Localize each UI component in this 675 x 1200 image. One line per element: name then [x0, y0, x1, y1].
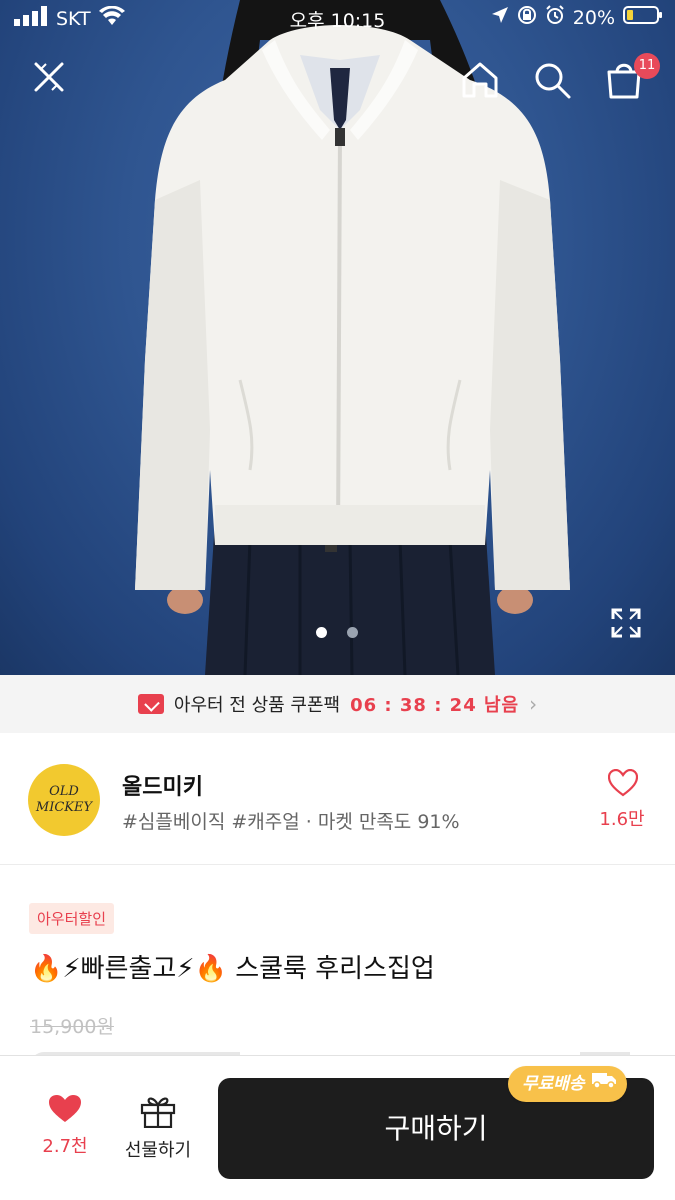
store-logo-line2: MICKEY: [35, 800, 93, 815]
location-icon: [491, 6, 509, 29]
store-tags: #심플베이직 #캐주얼 · 마켓 만족도 91%: [122, 811, 460, 833]
truck-icon: [591, 1066, 617, 1102]
coupon-text: 아우터 전 상품 쿠폰팩: [173, 695, 341, 716]
close-icon[interactable]: [30, 58, 68, 100]
gift-icon: [140, 1097, 176, 1132]
store-row[interactable]: OLD MICKEY 올드미키 #심플베이직 #캐주얼 · 마켓 만족도 91%…: [0, 733, 675, 865]
search-icon[interactable]: [532, 60, 572, 104]
coupon-banner[interactable]: 아우터 전 상품 쿠폰팩 06 : 38 : 24 남음 ›: [0, 675, 675, 733]
product-photo: [135, 0, 570, 675]
product-page: SKT 오후 10:15 20% 11 아우터 전 상품 쿠폰팩 06: 38…: [0, 0, 675, 1200]
pagination-dot-active[interactable]: [316, 627, 327, 638]
store-logo[interactable]: OLD MICKEY: [28, 764, 100, 836]
store-like-count: 1.6만: [599, 809, 645, 830]
cart-count-badge: 11: [634, 53, 660, 79]
free-shipping-label: 무료배송: [522, 1074, 585, 1094]
product-title: 🔥⚡빠른출고⚡🔥 스쿨룩 후리스집업: [30, 954, 435, 984]
fullscreen-icon[interactable]: [610, 607, 642, 643]
store-like-button[interactable]: [598, 768, 648, 801]
store-name[interactable]: 올드미키: [122, 769, 203, 801]
free-shipping-tag: 무료배송: [508, 1066, 627, 1102]
product-image-gallery[interactable]: SKT 오후 10:15 20% 11: [0, 0, 675, 675]
pagination-dot[interactable]: [347, 627, 358, 638]
status-bar: SKT 오후 10:15 20%: [0, 0, 675, 38]
discount-badge: 아우터할인: [29, 903, 115, 934]
gift-button[interactable]: 선물하기: [112, 1094, 204, 1162]
coupon-icon: [137, 694, 164, 714]
heart-outline-icon: [607, 768, 639, 801]
alarm-icon: [545, 5, 565, 30]
home-icon[interactable]: [460, 60, 500, 104]
bottom-action-bar: 2.7천 선물하기 구매하기 무료배송: [0, 1055, 675, 1200]
rotation-lock-icon: [517, 5, 537, 30]
original-price: 15,900원: [30, 1016, 114, 1038]
gift-label: 선물하기: [124, 1140, 192, 1161]
coupon-timer: 06 : 38 : 24 남음: [350, 695, 520, 716]
product-like-count: 2.7천: [42, 1136, 88, 1157]
battery-percent: 20%: [572, 6, 615, 29]
battery-icon: [623, 5, 663, 30]
product-like-button[interactable]: 2.7천: [30, 1094, 100, 1158]
store-logo-line1: OLD: [49, 784, 79, 799]
chevron-right-icon: ›: [529, 692, 538, 716]
heart-filled-icon: [48, 1095, 82, 1128]
gallery-pagination: [316, 627, 358, 638]
